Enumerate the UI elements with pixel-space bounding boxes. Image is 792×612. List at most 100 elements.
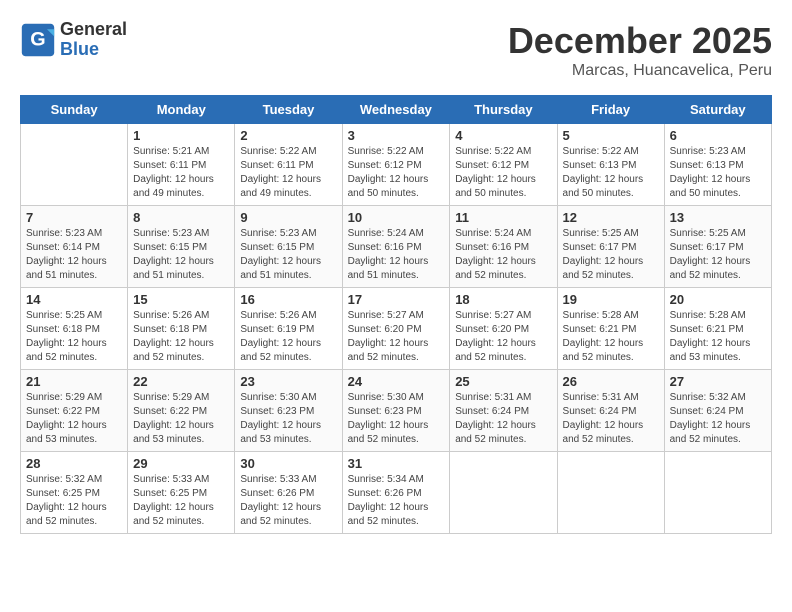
day-number: 18 — [455, 292, 551, 307]
day-number: 10 — [348, 210, 445, 225]
day-number: 17 — [348, 292, 445, 307]
day-info: Sunrise: 5:24 AM Sunset: 6:16 PM Dayligh… — [348, 227, 445, 283]
day-number: 7 — [26, 210, 122, 225]
weekday-header-saturday: Saturday — [664, 96, 771, 124]
day-info: Sunrise: 5:29 AM Sunset: 6:22 PM Dayligh… — [133, 391, 229, 447]
day-cell: 23 Sunrise: 5:30 AM Sunset: 6:23 PM Dayli… — [235, 370, 342, 452]
day-info: Sunrise: 5:26 AM Sunset: 6:19 PM Dayligh… — [240, 309, 336, 365]
day-info: Sunrise: 5:33 AM Sunset: 6:26 PM Dayligh… — [240, 473, 336, 529]
day-number: 24 — [348, 374, 445, 389]
day-info: Sunrise: 5:30 AM Sunset: 6:23 PM Dayligh… — [240, 391, 336, 447]
day-number: 31 — [348, 456, 445, 471]
day-cell: 16 Sunrise: 5:26 AM Sunset: 6:19 PM Dayli… — [235, 288, 342, 370]
day-cell: 28 Sunrise: 5:32 AM Sunset: 6:25 PM Dayli… — [21, 452, 128, 534]
day-info: Sunrise: 5:22 AM Sunset: 6:13 PM Dayligh… — [563, 145, 659, 201]
day-info: Sunrise: 5:32 AM Sunset: 6:24 PM Dayligh… — [670, 391, 766, 447]
day-number: 26 — [563, 374, 659, 389]
day-info: Sunrise: 5:25 AM Sunset: 6:18 PM Dayligh… — [26, 309, 122, 365]
day-cell — [664, 452, 771, 534]
day-number: 20 — [670, 292, 766, 307]
day-number: 11 — [455, 210, 551, 225]
day-info: Sunrise: 5:28 AM Sunset: 6:21 PM Dayligh… — [563, 309, 659, 365]
day-info: Sunrise: 5:27 AM Sunset: 6:20 PM Dayligh… — [348, 309, 445, 365]
day-info: Sunrise: 5:23 AM Sunset: 6:15 PM Dayligh… — [133, 227, 229, 283]
day-cell — [450, 452, 557, 534]
day-info: Sunrise: 5:22 AM Sunset: 6:12 PM Dayligh… — [455, 145, 551, 201]
month-title: December 2025 — [508, 20, 772, 62]
day-info: Sunrise: 5:29 AM Sunset: 6:22 PM Dayligh… — [26, 391, 122, 447]
weekday-header-monday: Monday — [128, 96, 235, 124]
weekday-header-friday: Friday — [557, 96, 664, 124]
day-cell: 24Sunrise: 5:30 AM Sunset: 6:23 PM Dayli… — [342, 370, 450, 452]
weekday-header-thursday: Thursday — [450, 96, 557, 124]
day-number: 19 — [563, 292, 659, 307]
week-row-3: 21 Sunrise: 5:29 AM Sunset: 6:22 PM Dayli… — [21, 370, 772, 452]
day-number: 15 — [133, 292, 229, 307]
day-info: Sunrise: 5:25 AM Sunset: 6:17 PM Dayligh… — [563, 227, 659, 283]
day-cell: 18 Sunrise: 5:27 AM Sunset: 6:20 PM Dayli… — [450, 288, 557, 370]
day-cell: 6 Sunrise: 5:23 AM Sunset: 6:13 PM Daylig… — [664, 124, 771, 206]
day-number: 16 — [240, 292, 336, 307]
day-info: Sunrise: 5:23 AM Sunset: 6:13 PM Dayligh… — [670, 145, 766, 201]
day-number: 13 — [670, 210, 766, 225]
day-number: 4 — [455, 128, 551, 143]
day-cell: 3 Sunrise: 5:22 AM Sunset: 6:12 PM Daylig… — [342, 124, 450, 206]
day-cell: 1 Sunrise: 5:21 AM Sunset: 6:11 PM Daylig… — [128, 124, 235, 206]
day-info: Sunrise: 5:24 AM Sunset: 6:16 PM Dayligh… — [455, 227, 551, 283]
day-info: Sunrise: 5:21 AM Sunset: 6:11 PM Dayligh… — [133, 145, 229, 201]
day-number: 23 — [240, 374, 336, 389]
day-cell: 21 Sunrise: 5:29 AM Sunset: 6:22 PM Dayli… — [21, 370, 128, 452]
day-cell: 9Sunrise: 5:23 AM Sunset: 6:15 PM Daylig… — [235, 206, 342, 288]
day-number: 5 — [563, 128, 659, 143]
day-cell: 17 Sunrise: 5:27 AM Sunset: 6:20 PM Dayli… — [342, 288, 450, 370]
weekday-header-wednesday: Wednesday — [342, 96, 450, 124]
day-number: 8 — [133, 210, 229, 225]
title-area: December 2025 Marcas, Huancavelica, Peru — [508, 20, 772, 80]
day-info: Sunrise: 5:27 AM Sunset: 6:20 PM Dayligh… — [455, 309, 551, 365]
day-cell: 7Sunrise: 5:23 AM Sunset: 6:14 PM Daylig… — [21, 206, 128, 288]
day-number: 21 — [26, 374, 122, 389]
page-header: G General Blue December 2025 Marcas, Hua… — [20, 20, 772, 80]
day-number: 14 — [26, 292, 122, 307]
day-cell: 10 Sunrise: 5:24 AM Sunset: 6:16 PM Dayli… — [342, 206, 450, 288]
day-cell — [557, 452, 664, 534]
day-number: 25 — [455, 374, 551, 389]
week-row-4: 28 Sunrise: 5:32 AM Sunset: 6:25 PM Dayli… — [21, 452, 772, 534]
calendar: SundayMondayTuesdayWednesdayThursdayFrid… — [20, 95, 772, 534]
day-info: Sunrise: 5:34 AM Sunset: 6:26 PM Dayligh… — [348, 473, 445, 529]
day-cell: 13Sunrise: 5:25 AM Sunset: 6:17 PM Dayli… — [664, 206, 771, 288]
logo: G General Blue — [20, 20, 127, 60]
day-cell: 22 Sunrise: 5:29 AM Sunset: 6:22 PM Dayli… — [128, 370, 235, 452]
day-number: 3 — [348, 128, 445, 143]
day-cell: 26Sunrise: 5:31 AM Sunset: 6:24 PM Dayli… — [557, 370, 664, 452]
day-cell: 14 Sunrise: 5:25 AM Sunset: 6:18 PM Dayli… — [21, 288, 128, 370]
day-cell: 8 Sunrise: 5:23 AM Sunset: 6:15 PM Daylig… — [128, 206, 235, 288]
day-number: 1 — [133, 128, 229, 143]
day-number: 6 — [670, 128, 766, 143]
day-cell: 31 Sunrise: 5:34 AM Sunset: 6:26 PM Dayli… — [342, 452, 450, 534]
day-number: 12 — [563, 210, 659, 225]
day-info: Sunrise: 5:22 AM Sunset: 6:12 PM Dayligh… — [348, 145, 445, 201]
day-cell: 12 Sunrise: 5:25 AM Sunset: 6:17 PM Dayli… — [557, 206, 664, 288]
day-number: 28 — [26, 456, 122, 471]
day-cell — [21, 124, 128, 206]
day-info: Sunrise: 5:23 AM Sunset: 6:15 PM Dayligh… — [240, 227, 336, 283]
day-cell: 4 Sunrise: 5:22 AM Sunset: 6:12 PM Daylig… — [450, 124, 557, 206]
day-cell: 5 Sunrise: 5:22 AM Sunset: 6:13 PM Daylig… — [557, 124, 664, 206]
day-cell: 30 Sunrise: 5:33 AM Sunset: 6:26 PM Dayli… — [235, 452, 342, 534]
logo-general-text: General — [60, 20, 127, 40]
logo-icon: G — [20, 22, 56, 58]
day-info: Sunrise: 5:22 AM Sunset: 6:11 PM Dayligh… — [240, 145, 336, 201]
day-cell: 27 Sunrise: 5:32 AM Sunset: 6:24 PM Dayli… — [664, 370, 771, 452]
day-cell: 2Sunrise: 5:22 AM Sunset: 6:11 PM Daylig… — [235, 124, 342, 206]
day-cell: 29Sunrise: 5:33 AM Sunset: 6:25 PM Dayli… — [128, 452, 235, 534]
day-cell: 20Sunrise: 5:28 AM Sunset: 6:21 PM Dayli… — [664, 288, 771, 370]
day-number: 27 — [670, 374, 766, 389]
day-info: Sunrise: 5:32 AM Sunset: 6:25 PM Dayligh… — [26, 473, 122, 529]
week-row-2: 14 Sunrise: 5:25 AM Sunset: 6:18 PM Dayli… — [21, 288, 772, 370]
day-number: 22 — [133, 374, 229, 389]
day-number: 30 — [240, 456, 336, 471]
day-cell: 19 Sunrise: 5:28 AM Sunset: 6:21 PM Dayli… — [557, 288, 664, 370]
week-row-0: 1 Sunrise: 5:21 AM Sunset: 6:11 PM Daylig… — [21, 124, 772, 206]
logo-blue-text: Blue — [60, 40, 127, 60]
